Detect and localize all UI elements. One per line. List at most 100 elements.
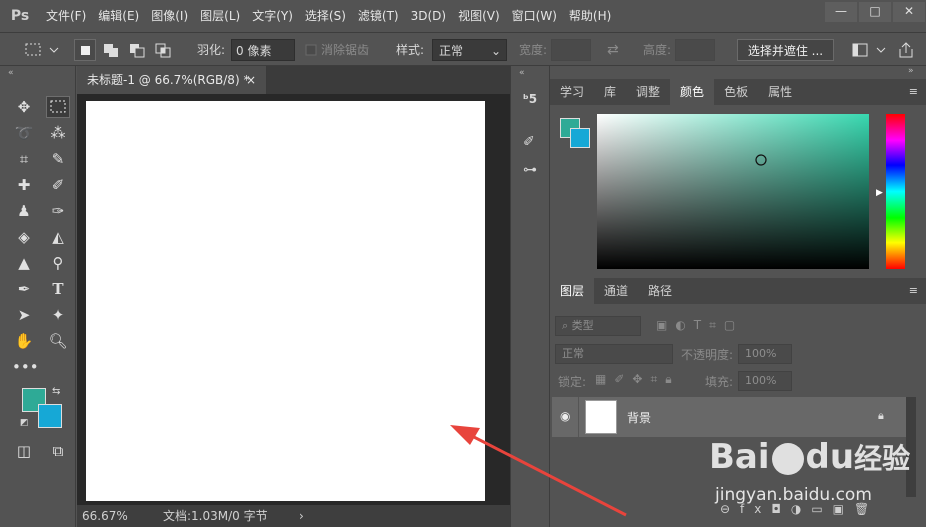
workspace-icon[interactable] bbox=[850, 39, 890, 61]
eraser-tool-icon[interactable]: ◈ bbox=[12, 226, 36, 248]
document-tab[interactable]: 未标题-1 @ 66.7%(RGB/8) * × bbox=[77, 66, 267, 94]
menu-filter[interactable]: 滤镜(T) bbox=[352, 0, 405, 32]
feather-input[interactable]: 0 像素 bbox=[231, 39, 295, 61]
marquee-tool-icon[interactable] bbox=[46, 96, 70, 118]
paint-bucket-icon[interactable]: ◭ bbox=[46, 226, 70, 248]
tab-paths[interactable]: 路径 bbox=[638, 278, 682, 304]
type-tool-icon[interactable]: T bbox=[46, 278, 70, 300]
menu-help[interactable]: 帮助(H) bbox=[563, 0, 617, 32]
history-panel-icon[interactable]: ᵇ5 bbox=[523, 92, 537, 106]
canvas[interactable] bbox=[86, 101, 485, 501]
layer-name[interactable]: 背景 bbox=[627, 409, 651, 426]
swap-colors-icon[interactable]: ⇆ bbox=[52, 386, 60, 397]
eye-icon[interactable]: ◉ bbox=[560, 409, 570, 423]
collapse-icon[interactable]: « bbox=[8, 68, 14, 78]
tab-learn[interactable]: 学习 bbox=[550, 79, 594, 105]
tab-properties[interactable]: 属性 bbox=[758, 79, 802, 105]
magic-wand-icon[interactable]: ⁂ bbox=[46, 122, 70, 144]
dodge-tool-icon[interactable]: ⚲ bbox=[46, 252, 70, 274]
menu-layer[interactable]: 图层(L) bbox=[194, 0, 246, 32]
tab-swatches[interactable]: 色板 bbox=[714, 79, 758, 105]
new-selection-icon[interactable] bbox=[74, 39, 96, 61]
add-selection-icon[interactable] bbox=[100, 39, 122, 61]
blend-mode-select[interactable]: 正常 bbox=[555, 344, 673, 364]
brush-presets-icon[interactable]: ⊶ bbox=[523, 162, 537, 178]
menu-view[interactable]: 视图(V) bbox=[452, 0, 506, 32]
shape-tool-icon[interactable]: ✦ bbox=[46, 304, 70, 326]
panel-background-swatch[interactable] bbox=[570, 128, 590, 148]
menu-type[interactable]: 文字(Y) bbox=[246, 0, 299, 32]
lasso-tool-icon[interactable]: ➰ bbox=[12, 122, 36, 144]
clone-stamp-icon[interactable]: ♟ bbox=[12, 200, 36, 222]
minimize-button[interactable]: — bbox=[825, 2, 857, 22]
style-select-value: 正常 bbox=[439, 44, 464, 58]
hue-slider-handle[interactable]: ▶ bbox=[876, 188, 883, 198]
swap-dimensions-icon[interactable]: ⇄ bbox=[607, 39, 619, 61]
panel-menu-icon[interactable]: ≡ bbox=[909, 85, 918, 98]
layer-filter-label: 类型 bbox=[571, 319, 594, 332]
panel-menu-icon[interactable]: ≡ bbox=[909, 284, 918, 297]
layer-thumbnail bbox=[585, 400, 617, 434]
document-tab-title: 未标题-1 @ 66.7%(RGB/8) * bbox=[87, 73, 250, 87]
tab-layers[interactable]: 图层 bbox=[550, 278, 595, 304]
default-colors-icon[interactable]: ◩ bbox=[20, 418, 29, 428]
style-select[interactable]: 正常 ⌄ bbox=[432, 39, 507, 61]
hand-tool-icon[interactable]: ✋ bbox=[12, 330, 36, 352]
history-brush-icon[interactable]: ✑ bbox=[46, 200, 70, 222]
tool-preset-picker[interactable] bbox=[22, 39, 62, 61]
height-label: 高度: bbox=[643, 43, 672, 57]
healing-brush-icon[interactable]: ✚ bbox=[12, 174, 36, 196]
fill-input[interactable]: 100% bbox=[738, 371, 792, 391]
zoom-level[interactable]: 66.67% bbox=[82, 505, 128, 527]
pen-tool-icon[interactable]: ✒ bbox=[12, 278, 36, 300]
opacity-input[interactable]: 100% bbox=[738, 344, 792, 364]
tab-color[interactable]: 颜色 bbox=[670, 79, 715, 105]
status-menu-arrow[interactable]: › bbox=[299, 505, 304, 527]
menu-window[interactable]: 窗口(W) bbox=[506, 0, 563, 32]
select-and-mask-button[interactable]: 选择并遮住 ... bbox=[737, 39, 834, 61]
menu-file[interactable]: 文件(F) bbox=[40, 0, 92, 32]
maximize-button[interactable]: □ bbox=[859, 2, 891, 22]
quick-mask-icon[interactable]: ◫ bbox=[12, 440, 36, 462]
screen-mode-icon[interactable]: ⧉ bbox=[46, 440, 70, 462]
collapse-icon[interactable]: « bbox=[519, 68, 525, 78]
height-input[interactable] bbox=[675, 39, 715, 61]
menu-select[interactable]: 选择(S) bbox=[299, 0, 352, 32]
menu-3d[interactable]: 3D(D) bbox=[405, 0, 452, 32]
antialias-label: 消除锯齿 bbox=[321, 43, 370, 57]
lock-icon: 🔒︎ bbox=[878, 409, 884, 422]
close-button[interactable]: ✕ bbox=[893, 2, 925, 22]
zoom-tool-icon[interactable]: 🔍︎ bbox=[46, 330, 70, 352]
blur-tool-icon[interactable]: ▲ bbox=[12, 252, 36, 274]
app-logo[interactable]: Ps bbox=[0, 0, 40, 32]
collapse-icon[interactable]: » bbox=[908, 66, 914, 76]
antialias-checkbox[interactable] bbox=[305, 39, 317, 61]
path-selection-icon[interactable]: ➤ bbox=[12, 304, 36, 326]
watermark-brand-2: du bbox=[805, 437, 855, 477]
menu-image[interactable]: 图像(I) bbox=[145, 0, 194, 32]
subtract-selection-icon[interactable] bbox=[126, 39, 148, 61]
lock-icons[interactable]: ▦✐✥⌗🔒︎ bbox=[595, 372, 680, 387]
style-label: 样式: bbox=[396, 43, 425, 57]
share-icon[interactable] bbox=[896, 39, 916, 61]
intersect-selection-icon[interactable] bbox=[152, 39, 174, 61]
close-tab-icon[interactable]: × bbox=[246, 66, 256, 94]
move-tool-icon[interactable]: ✥ bbox=[12, 96, 36, 118]
eyedropper-icon[interactable]: ✎ bbox=[46, 148, 70, 170]
crop-tool-icon[interactable]: ⌗ bbox=[12, 148, 36, 170]
tab-libraries[interactable]: 库 bbox=[594, 79, 626, 105]
brush-settings-icon[interactable]: ✐ bbox=[523, 134, 535, 150]
tab-adjustments[interactable]: 调整 bbox=[626, 79, 670, 105]
width-input[interactable] bbox=[551, 39, 591, 61]
menu-bar: Ps 文件(F) 编辑(E) 图像(I) 图层(L) 文字(Y) 选择(S) 滤… bbox=[0, 0, 926, 32]
background-color-swatch[interactable] bbox=[38, 404, 62, 428]
tab-channels[interactable]: 通道 bbox=[594, 278, 638, 304]
layer-filter-select[interactable]: ⌕ 类型 bbox=[555, 316, 641, 336]
more-tools-icon[interactable]: ••• bbox=[12, 356, 39, 378]
layer-filter-icons[interactable]: ▣◐T⌗▢ bbox=[656, 318, 743, 333]
divider bbox=[578, 397, 579, 437]
brush-tool-icon[interactable]: ✐ bbox=[46, 174, 70, 196]
menu-edit[interactable]: 编辑(E) bbox=[92, 0, 145, 32]
hue-slider[interactable] bbox=[886, 114, 905, 269]
color-picker-field[interactable] bbox=[597, 114, 869, 269]
